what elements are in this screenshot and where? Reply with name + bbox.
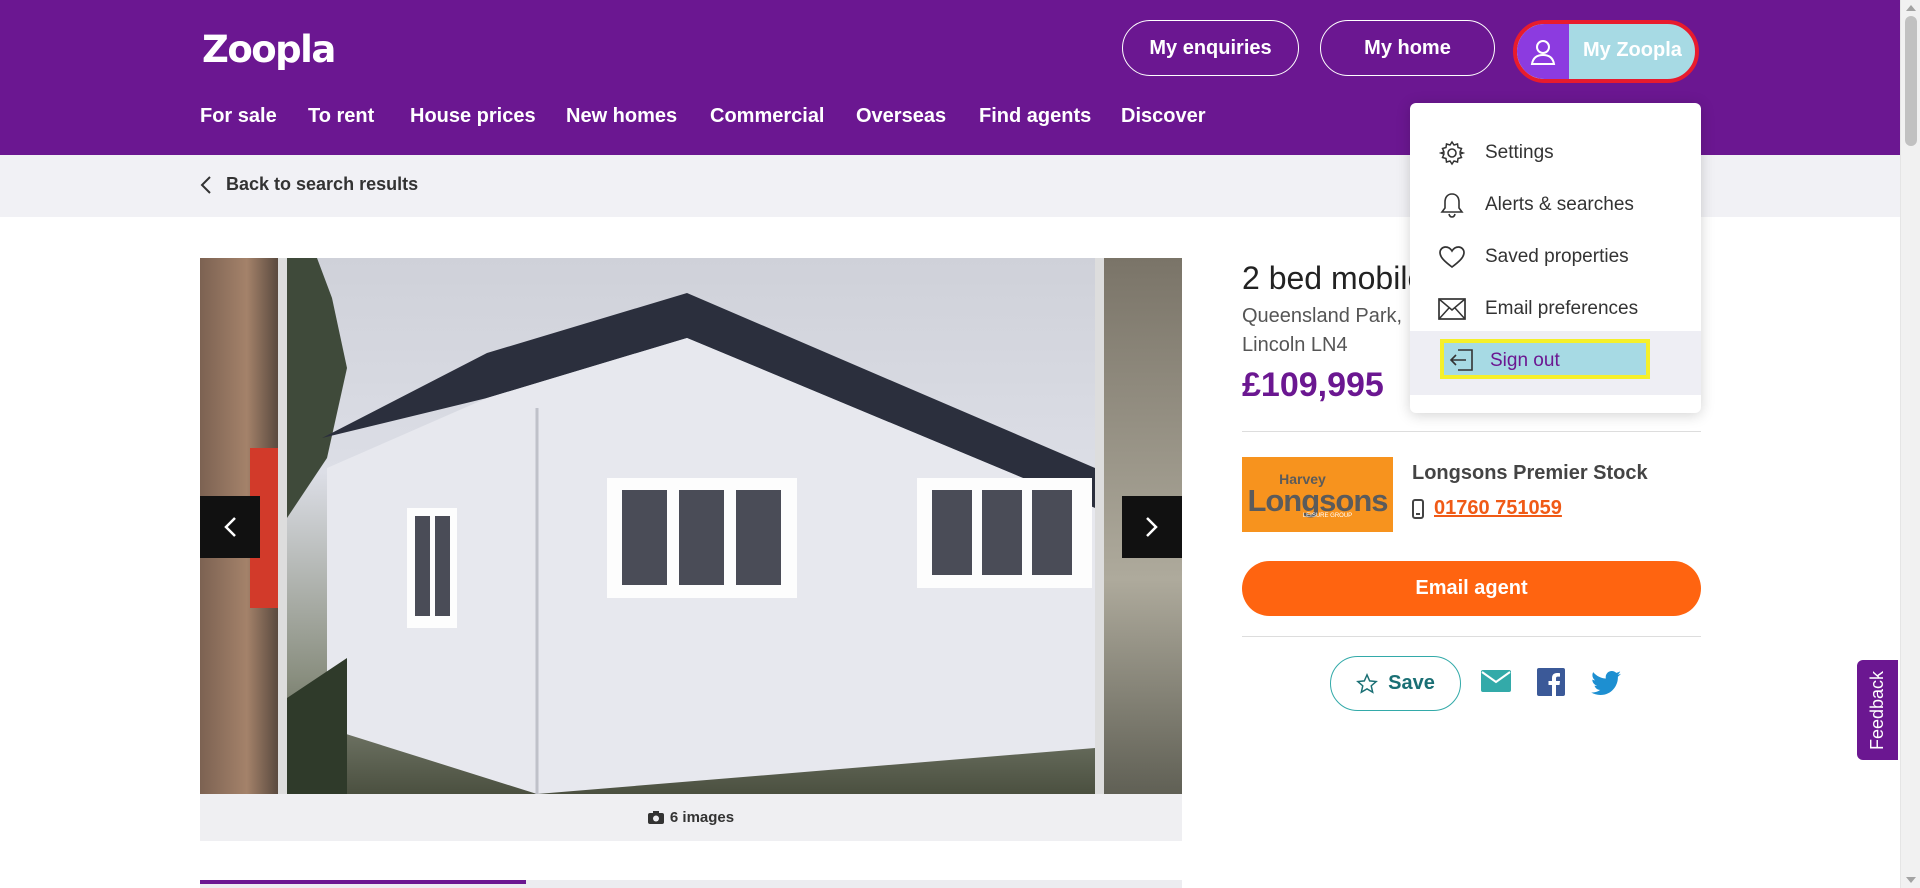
address-line-1: Queensland Park, bbox=[1242, 305, 1403, 327]
agent-name: Longsons Premier Stock bbox=[1412, 462, 1648, 484]
facebook-icon[interactable] bbox=[1537, 668, 1565, 701]
divider bbox=[1242, 636, 1701, 637]
gear-icon bbox=[1438, 139, 1466, 167]
bell-icon bbox=[1438, 191, 1466, 219]
envelope-icon bbox=[1438, 295, 1466, 323]
image-count-label: 6 images bbox=[669, 809, 735, 826]
feedback-tab[interactable]: Feedback bbox=[1857, 660, 1898, 760]
mobile-phone-icon bbox=[1412, 498, 1424, 519]
menu-item-label: Alerts & searches bbox=[1485, 194, 1634, 215]
sign-out-icon bbox=[1448, 346, 1476, 374]
menu-item-alerts-searches[interactable]: Alerts & searches bbox=[1410, 179, 1701, 231]
menu-item-saved-properties[interactable]: Saved properties bbox=[1410, 231, 1701, 283]
sign-out-highlight[interactable]: Sign out bbox=[1440, 339, 1650, 379]
my-home-button[interactable]: My home bbox=[1320, 20, 1495, 76]
nav-to-rent[interactable]: To rent bbox=[308, 105, 374, 128]
image-count[interactable]: 6 images bbox=[200, 794, 1182, 841]
save-button[interactable]: Save bbox=[1330, 656, 1461, 711]
menu-item-label: Saved properties bbox=[1485, 246, 1629, 267]
chevron-left-icon bbox=[200, 175, 211, 194]
chevron-right-icon bbox=[1146, 517, 1158, 537]
back-to-results-link[interactable]: Back to search results bbox=[200, 174, 418, 195]
gallery-prev-button[interactable] bbox=[200, 496, 260, 558]
menu-item-label: Email preferences bbox=[1485, 298, 1639, 319]
tabs-underline bbox=[200, 880, 1182, 888]
menu-item-email-preferences[interactable]: Email preferences bbox=[1410, 283, 1701, 335]
feedback-label: Feedback bbox=[1867, 670, 1887, 750]
agent-logo-sub: LEISURE GROUP bbox=[1302, 512, 1353, 519]
twitter-icon[interactable] bbox=[1591, 671, 1621, 700]
divider bbox=[1242, 431, 1701, 432]
nav-overseas[interactable]: Overseas bbox=[856, 105, 946, 128]
my-zoopla-dropdown-menu: Settings Alerts & searches Saved propert… bbox=[1410, 103, 1701, 413]
nav-for-sale[interactable]: For sale bbox=[200, 105, 277, 128]
scroll-down-arrow-icon[interactable] bbox=[1906, 877, 1916, 883]
chevron-left-icon bbox=[224, 517, 236, 537]
agent-phone-number: 01760 751059 bbox=[1434, 497, 1562, 519]
heart-icon bbox=[1438, 243, 1466, 271]
nav-find-agents[interactable]: Find agents bbox=[979, 105, 1091, 128]
camera-icon bbox=[647, 811, 664, 824]
agent-phone-link[interactable]: 01760 751059 bbox=[1412, 497, 1562, 520]
nav-commercial[interactable]: Commercial bbox=[710, 105, 825, 128]
star-icon bbox=[1356, 672, 1379, 694]
my-enquiries-button[interactable]: My enquiries bbox=[1122, 20, 1299, 76]
menu-item-label: Settings bbox=[1485, 142, 1554, 163]
save-label: Save bbox=[1388, 672, 1435, 694]
share-email-icon[interactable] bbox=[1481, 670, 1511, 697]
nav-house-prices[interactable]: House prices bbox=[410, 105, 536, 128]
email-agent-button[interactable]: Email agent bbox=[1242, 561, 1701, 616]
my-zoopla-label: My Zoopla bbox=[1583, 39, 1682, 61]
nav-discover[interactable]: Discover bbox=[1121, 105, 1206, 128]
address-line-2: Lincoln LN4 bbox=[1242, 334, 1348, 356]
menu-item-label: Sign out bbox=[1490, 350, 1560, 371]
menu-item-sign-out[interactable]: Sign out bbox=[1410, 331, 1701, 395]
gallery-main-image[interactable] bbox=[287, 258, 1095, 794]
image-gallery[interactable] bbox=[200, 258, 1182, 794]
scroll-up-arrow-icon[interactable] bbox=[1906, 5, 1916, 11]
page-scrollbar[interactable] bbox=[1900, 0, 1920, 888]
my-zoopla-button[interactable]: My Zoopla bbox=[1513, 20, 1699, 83]
agent-logo[interactable]: Harvey Longsons LEISURE GROUP bbox=[1242, 457, 1393, 532]
user-avatar-icon bbox=[1517, 24, 1569, 79]
menu-item-settings[interactable]: Settings bbox=[1410, 127, 1701, 179]
listing-address: Queensland Park, Lincoln LN4 bbox=[1242, 302, 1402, 360]
nav-new-homes[interactable]: New homes bbox=[566, 105, 677, 128]
scroll-thumb[interactable] bbox=[1905, 16, 1917, 146]
listing-price: £109,995 bbox=[1242, 366, 1384, 404]
back-label: Back to search results bbox=[226, 174, 419, 194]
zoopla-logo[interactable]: Zoopla bbox=[202, 28, 336, 71]
gallery-next-button[interactable] bbox=[1122, 496, 1182, 558]
listing-title: 2 bed mobile bbox=[1242, 260, 1426, 296]
